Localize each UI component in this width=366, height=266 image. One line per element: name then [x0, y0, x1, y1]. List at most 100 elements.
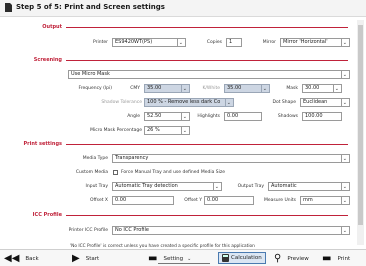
setting-button[interactable]: ▬ Setting ⌄ [148, 252, 210, 265]
section-print-settings-line [66, 144, 348, 145]
input-tray-select[interactable]: Automatic Tray detection [112, 182, 214, 191]
chevron-down-icon: ⌄ [182, 128, 187, 134]
dot-shape-label: Dot Shape [272, 100, 296, 105]
force-manual-tray-label: Force Manual Tray and use defined Media … [121, 170, 226, 175]
cmy-frequency-select[interactable]: 35.00 [144, 84, 182, 93]
chevron-down-icon: ⌄ [342, 156, 347, 162]
preview-button[interactable]: ⚲ Preview [274, 252, 309, 265]
shadows-input[interactable]: 100.00 [302, 112, 342, 121]
output-tray-select[interactable]: Automatic [268, 182, 342, 191]
section-output-line [66, 27, 348, 28]
printer-dropdown-button[interactable]: ⌄ [178, 38, 186, 47]
mirror-dropdown-button[interactable]: ⌄ [342, 38, 350, 47]
dot-shape-select[interactable]: Euclidean [300, 98, 342, 107]
copies-label: Copies [206, 40, 222, 45]
custom-media-label: Custom Media [75, 170, 108, 175]
back-button[interactable]: ◀◀ Back [4, 252, 39, 265]
angle-dropdown-button[interactable]: ⌄ [182, 112, 190, 121]
copies-input[interactable]: 1 [226, 38, 242, 47]
setting-button-label: Setting [163, 255, 184, 262]
mirror-select[interactable]: Mirror 'Horizontal' [280, 38, 342, 47]
shadow-tolerance-dropdown-button[interactable]: ⌄ [226, 98, 234, 107]
chevron-down-icon: ⌄ [214, 184, 219, 190]
start-button-label: Start [85, 255, 100, 262]
section-screening-line [66, 60, 348, 61]
scrollbar-thumb[interactable] [358, 25, 363, 225]
mask-value-dropdown-button[interactable]: ⌄ [334, 84, 342, 93]
calculator-icon [222, 254, 229, 262]
settings-panel: Output Printer ES9420WT(PS) ⌄ Copies 1 M… [0, 17, 366, 247]
micro-mask-percentage-dropdown-button[interactable]: ⌄ [182, 126, 190, 135]
chevron-down-icon: ⌄ [226, 100, 231, 106]
output-tray-dropdown-button[interactable]: ⌄ [342, 182, 350, 191]
printer-icon: ▬ [148, 252, 158, 264]
print-button-label: Print [337, 255, 351, 262]
section-icc-profile-line [66, 215, 348, 216]
mirror-label: Mirror [262, 40, 276, 45]
chevron-down-icon: ⌄ [182, 86, 187, 92]
start-button[interactable]: ▶ Start [72, 252, 99, 265]
offset-y-input[interactable]: 0.00 [204, 196, 254, 205]
shadows-label: Shadows [277, 114, 298, 119]
input-tray-dropdown-button[interactable]: ⌄ [214, 182, 222, 191]
kwhite-frequency-dropdown-button[interactable]: ⌄ [262, 84, 270, 93]
media-type-dropdown-button[interactable]: ⌄ [342, 154, 350, 163]
page-title: Step 5 of 5: Print and Screen settings [16, 3, 165, 11]
chevron-down-icon: ⌄ [342, 228, 347, 234]
play-icon: ▶ [72, 252, 80, 264]
rewind-icon: ◀◀ [4, 252, 20, 264]
vertical-scrollbar[interactable] [357, 20, 364, 245]
calculation-button[interactable]: Calculation [218, 252, 266, 264]
frequency-label: Frequency (lpi) [78, 86, 112, 91]
kwhite-frequency-select[interactable]: 35.00 [224, 84, 262, 93]
micro-mask-percentage-select[interactable]: 26 % [144, 126, 182, 135]
highlights-label: Highlights [197, 114, 220, 119]
offset-y-label: Offset Y [184, 198, 202, 203]
cmy-frequency-dropdown-button[interactable]: ⌄ [182, 84, 190, 93]
measure-units-label: Measure Units [263, 198, 296, 203]
chevron-down-icon: ⌄ [182, 114, 187, 120]
force-manual-tray-checkbox[interactable] [113, 170, 118, 175]
chevron-down-icon: ⌄ [342, 184, 347, 190]
printer-select[interactable]: ES9420WT(PS) [112, 38, 178, 47]
print-button[interactable]: ▬ Print [322, 252, 350, 265]
printer-label: Printer [93, 40, 108, 45]
printer-icc-profile-select[interactable]: No ICC Profile [112, 226, 342, 235]
back-button-label: Back [25, 255, 39, 262]
section-output-label: Output [42, 24, 62, 30]
shadow-tolerance-select[interactable]: 100 % - Remove less dark Co [144, 98, 226, 107]
kwhite-label: K/White [202, 86, 220, 91]
cmy-label: CMY [130, 86, 140, 91]
mask-mode-dropdown-button[interactable]: ⌄ [342, 70, 350, 79]
chevron-down-icon: ⌄ [342, 40, 347, 46]
dot-shape-dropdown-button[interactable]: ⌄ [342, 98, 350, 107]
output-tray-label: Output Tray [237, 184, 264, 189]
highlights-input[interactable]: 0.00 [224, 112, 262, 121]
measure-units-select[interactable]: mm [300, 196, 342, 205]
section-icc-profile-label: ICC Profile [32, 212, 62, 218]
chevron-down-icon: ⌄ [342, 198, 347, 204]
micro-mask-percentage-label: Micro Mask Percentage [90, 128, 142, 133]
mask-label: Mask [286, 86, 298, 91]
mask-mode-select[interactable]: Use Micro Mask [68, 70, 342, 79]
offset-x-input[interactable]: 0.00 [112, 196, 174, 205]
angle-select[interactable]: 52.50 [144, 112, 182, 121]
wizard-header: Step 5 of 5: Print and Screen settings [0, 0, 366, 17]
printer-icc-profile-dropdown-button[interactable]: ⌄ [342, 226, 350, 235]
offset-x-label: Offset X [89, 198, 108, 203]
shadow-tolerance-label: Shadow Tolerance [101, 100, 142, 105]
media-type-select[interactable]: Transparency [112, 154, 342, 163]
chevron-down-icon: ⌄ [342, 100, 347, 106]
mask-value-select[interactable]: 30.00 [302, 84, 334, 93]
chevron-down-icon: ⌄ [187, 255, 192, 262]
measure-units-dropdown-button[interactable]: ⌄ [342, 196, 350, 205]
section-print-settings-label: Print settings [23, 141, 62, 147]
section-screening-label: Screening [33, 57, 62, 63]
print-icon: ▬ [322, 252, 332, 264]
calculation-button-label: Calculation [231, 255, 262, 261]
bottom-toolbar: ◀◀ Back ▶ Start ▬ Setting ⌄ Calculation … [0, 249, 366, 266]
chevron-down-icon: ⌄ [334, 86, 339, 92]
document-icon [5, 3, 12, 12]
angle-label: Angle [127, 114, 140, 119]
chevron-down-icon: ⌄ [178, 40, 183, 46]
